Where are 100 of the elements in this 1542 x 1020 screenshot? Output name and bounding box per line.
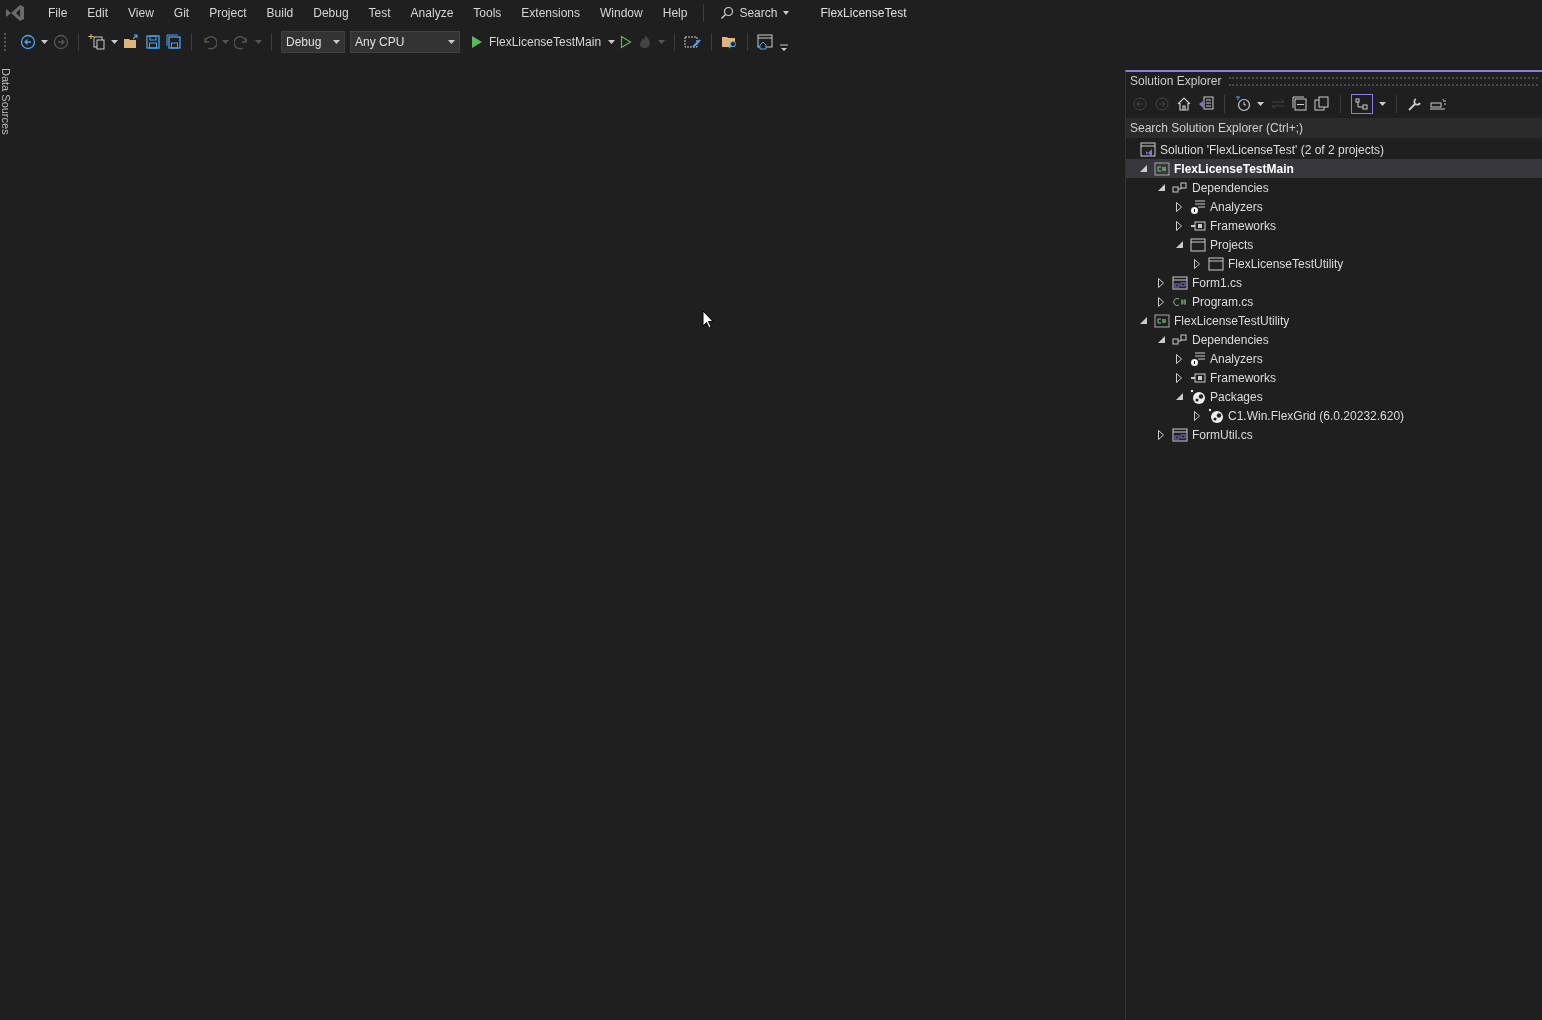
tree-item[interactable]: C1.Win.FlexGrid (6.0.20232.620)	[1228, 408, 1405, 423]
new-project-icon[interactable]	[88, 33, 106, 51]
menu-item[interactable]: Git	[163, 6, 200, 20]
tree-item[interactable]: Analyzers	[1210, 351, 1263, 366]
window-home-icon[interactable]	[757, 34, 776, 50]
tree-row[interactable]: FlexLicenseTestMain	[1126, 159, 1542, 178]
start-button[interactable]: FlexLicenseTestMain	[465, 35, 604, 49]
collapsed-arrow-icon[interactable]	[1176, 201, 1182, 212]
menu-item[interactable]: View	[118, 6, 164, 20]
expanded-arrow-icon[interactable]	[1157, 184, 1165, 191]
tree-item[interactable]: Projects	[1210, 237, 1254, 252]
tree-row[interactable]: FormUtil.cs	[1126, 425, 1542, 444]
tree-item[interactable]: FormUtil.cs	[1192, 427, 1253, 442]
open-folder-icon[interactable]	[123, 34, 140, 50]
collapsed-arrow-icon[interactable]	[1158, 277, 1164, 288]
select-edit-icon[interactable]	[684, 34, 703, 50]
expanded-arrow-icon[interactable]	[1157, 336, 1165, 343]
tree-row[interactable]: Form1.cs	[1126, 273, 1542, 292]
collapsed-arrow-icon[interactable]	[1158, 296, 1164, 307]
expanded-arrow-icon[interactable]	[1139, 317, 1147, 324]
tree-row[interactable]: Analyzers	[1126, 349, 1542, 368]
menu-item[interactable]: Edit	[77, 6, 119, 20]
tree-item[interactable]: Packages	[1210, 389, 1263, 404]
tree-row[interactable]: Packages	[1126, 387, 1542, 406]
tree-row[interactable]: Dependencies	[1126, 178, 1542, 197]
solution-icon	[1140, 141, 1156, 158]
caret-icon[interactable]	[1257, 101, 1264, 107]
collapse-all-icon[interactable]	[1292, 96, 1308, 112]
caret-icon	[333, 39, 340, 45]
tree-item[interactable]: Dependencies	[1192, 332, 1269, 347]
tree-item[interactable]: FlexLicenseTestMain	[1174, 161, 1294, 176]
menu-item[interactable]: Analyze	[400, 6, 464, 20]
save-all-icon[interactable]	[166, 34, 182, 50]
caret-icon[interactable]	[1379, 101, 1386, 107]
back-icon[interactable]	[20, 34, 36, 50]
mouse-cursor-icon	[702, 310, 714, 329]
search-icon	[720, 6, 735, 20]
tree-row[interactable]: Analyzers	[1126, 197, 1542, 216]
collapsed-arrow-icon[interactable]	[1194, 258, 1200, 269]
tree-item[interactable]: Solution 'FlexLicenseTest' (2 of 2 projects)	[1160, 142, 1385, 157]
package-icon	[1208, 407, 1224, 424]
panel-grip[interactable]	[1229, 76, 1538, 86]
data-sources-tab[interactable]: Data Sources	[0, 68, 12, 135]
caret-icon[interactable]	[111, 39, 118, 45]
menu-item[interactable]: Debug	[303, 6, 359, 20]
tree-item[interactable]: Frameworks	[1210, 370, 1276, 385]
menu-item[interactable]: Window	[590, 6, 653, 20]
menu-item[interactable]: Build	[256, 6, 304, 20]
dependencies-icon	[1172, 331, 1188, 348]
package-icon	[1190, 388, 1206, 405]
preview-icon[interactable]	[1429, 96, 1447, 112]
collapsed-arrow-icon[interactable]	[1176, 353, 1182, 364]
caret-icon[interactable]	[41, 39, 48, 45]
play-icon	[471, 35, 483, 49]
tree-item[interactable]: Frameworks	[1210, 218, 1276, 233]
tree-row[interactable]: Frameworks	[1126, 216, 1542, 235]
menu-item[interactable]: Tools	[463, 6, 512, 20]
tree-row[interactable]: Program.cs	[1126, 292, 1542, 311]
tree-row[interactable]: Projects	[1126, 235, 1542, 254]
collapsed-arrow-icon[interactable]	[1176, 220, 1182, 231]
copy-icon[interactable]	[1314, 96, 1330, 112]
collapsed-arrow-icon[interactable]	[1158, 429, 1164, 440]
search-field[interactable]: Search Solution Explorer (Ctrl+;)	[1126, 118, 1542, 138]
tree-row[interactable]: FlexLicenseTestUtility	[1126, 311, 1542, 330]
window-icon	[1190, 236, 1206, 253]
tree-item[interactable]: Program.cs	[1192, 294, 1254, 309]
clock-icon[interactable]	[1235, 96, 1251, 112]
wrench-icon[interactable]	[1407, 96, 1423, 112]
tree-item[interactable]: Analyzers	[1210, 199, 1263, 214]
expanded-arrow-icon[interactable]	[1175, 393, 1183, 400]
menu-item[interactable]: Extensions	[511, 6, 591, 20]
collapsed-arrow-icon[interactable]	[1176, 372, 1182, 383]
collapsed-arrow-icon[interactable]	[1194, 410, 1200, 421]
dependencies-icon	[1172, 179, 1188, 196]
menu-item[interactable]: Test	[358, 6, 401, 20]
platform-dropdown[interactable]: Any CPU	[350, 31, 460, 53]
tree-row[interactable]: Dependencies	[1126, 330, 1542, 349]
overflow-icon[interactable]	[780, 44, 789, 52]
tree-item[interactable]: FlexLicenseTestUtility	[1228, 256, 1344, 271]
tree-item[interactable]: Dependencies	[1192, 180, 1269, 195]
tree-item[interactable]: FlexLicenseTestUtility	[1174, 313, 1290, 328]
solution-view-icon[interactable]	[1198, 96, 1214, 112]
save-icon[interactable]	[145, 34, 161, 50]
expanded-arrow-icon[interactable]	[1139, 165, 1147, 172]
tree-row[interactable]: C1.Win.FlexGrid (6.0.20232.620)	[1126, 406, 1542, 425]
menu-item[interactable]: File	[38, 6, 78, 20]
expanded-arrow-icon[interactable]	[1175, 241, 1183, 248]
logo-icon	[4, 3, 26, 23]
play-outline-icon[interactable]	[620, 35, 633, 49]
home-icon[interactable]	[1176, 96, 1192, 112]
tree-row[interactable]: Frameworks	[1126, 368, 1542, 387]
configuration-dropdown[interactable]: Debug	[281, 31, 345, 53]
caret-icon[interactable]	[608, 39, 616, 45]
tree-row[interactable]: FlexLicenseTestUtility	[1126, 254, 1542, 273]
menu-item[interactable]: Help	[652, 6, 698, 20]
search-button[interactable]: Search	[714, 6, 797, 20]
tree-item[interactable]: Form1.cs	[1192, 275, 1242, 290]
hierarchy-icon[interactable]	[1351, 94, 1373, 114]
folder-search-icon[interactable]	[721, 34, 739, 50]
menu-item[interactable]: Project	[199, 6, 257, 20]
